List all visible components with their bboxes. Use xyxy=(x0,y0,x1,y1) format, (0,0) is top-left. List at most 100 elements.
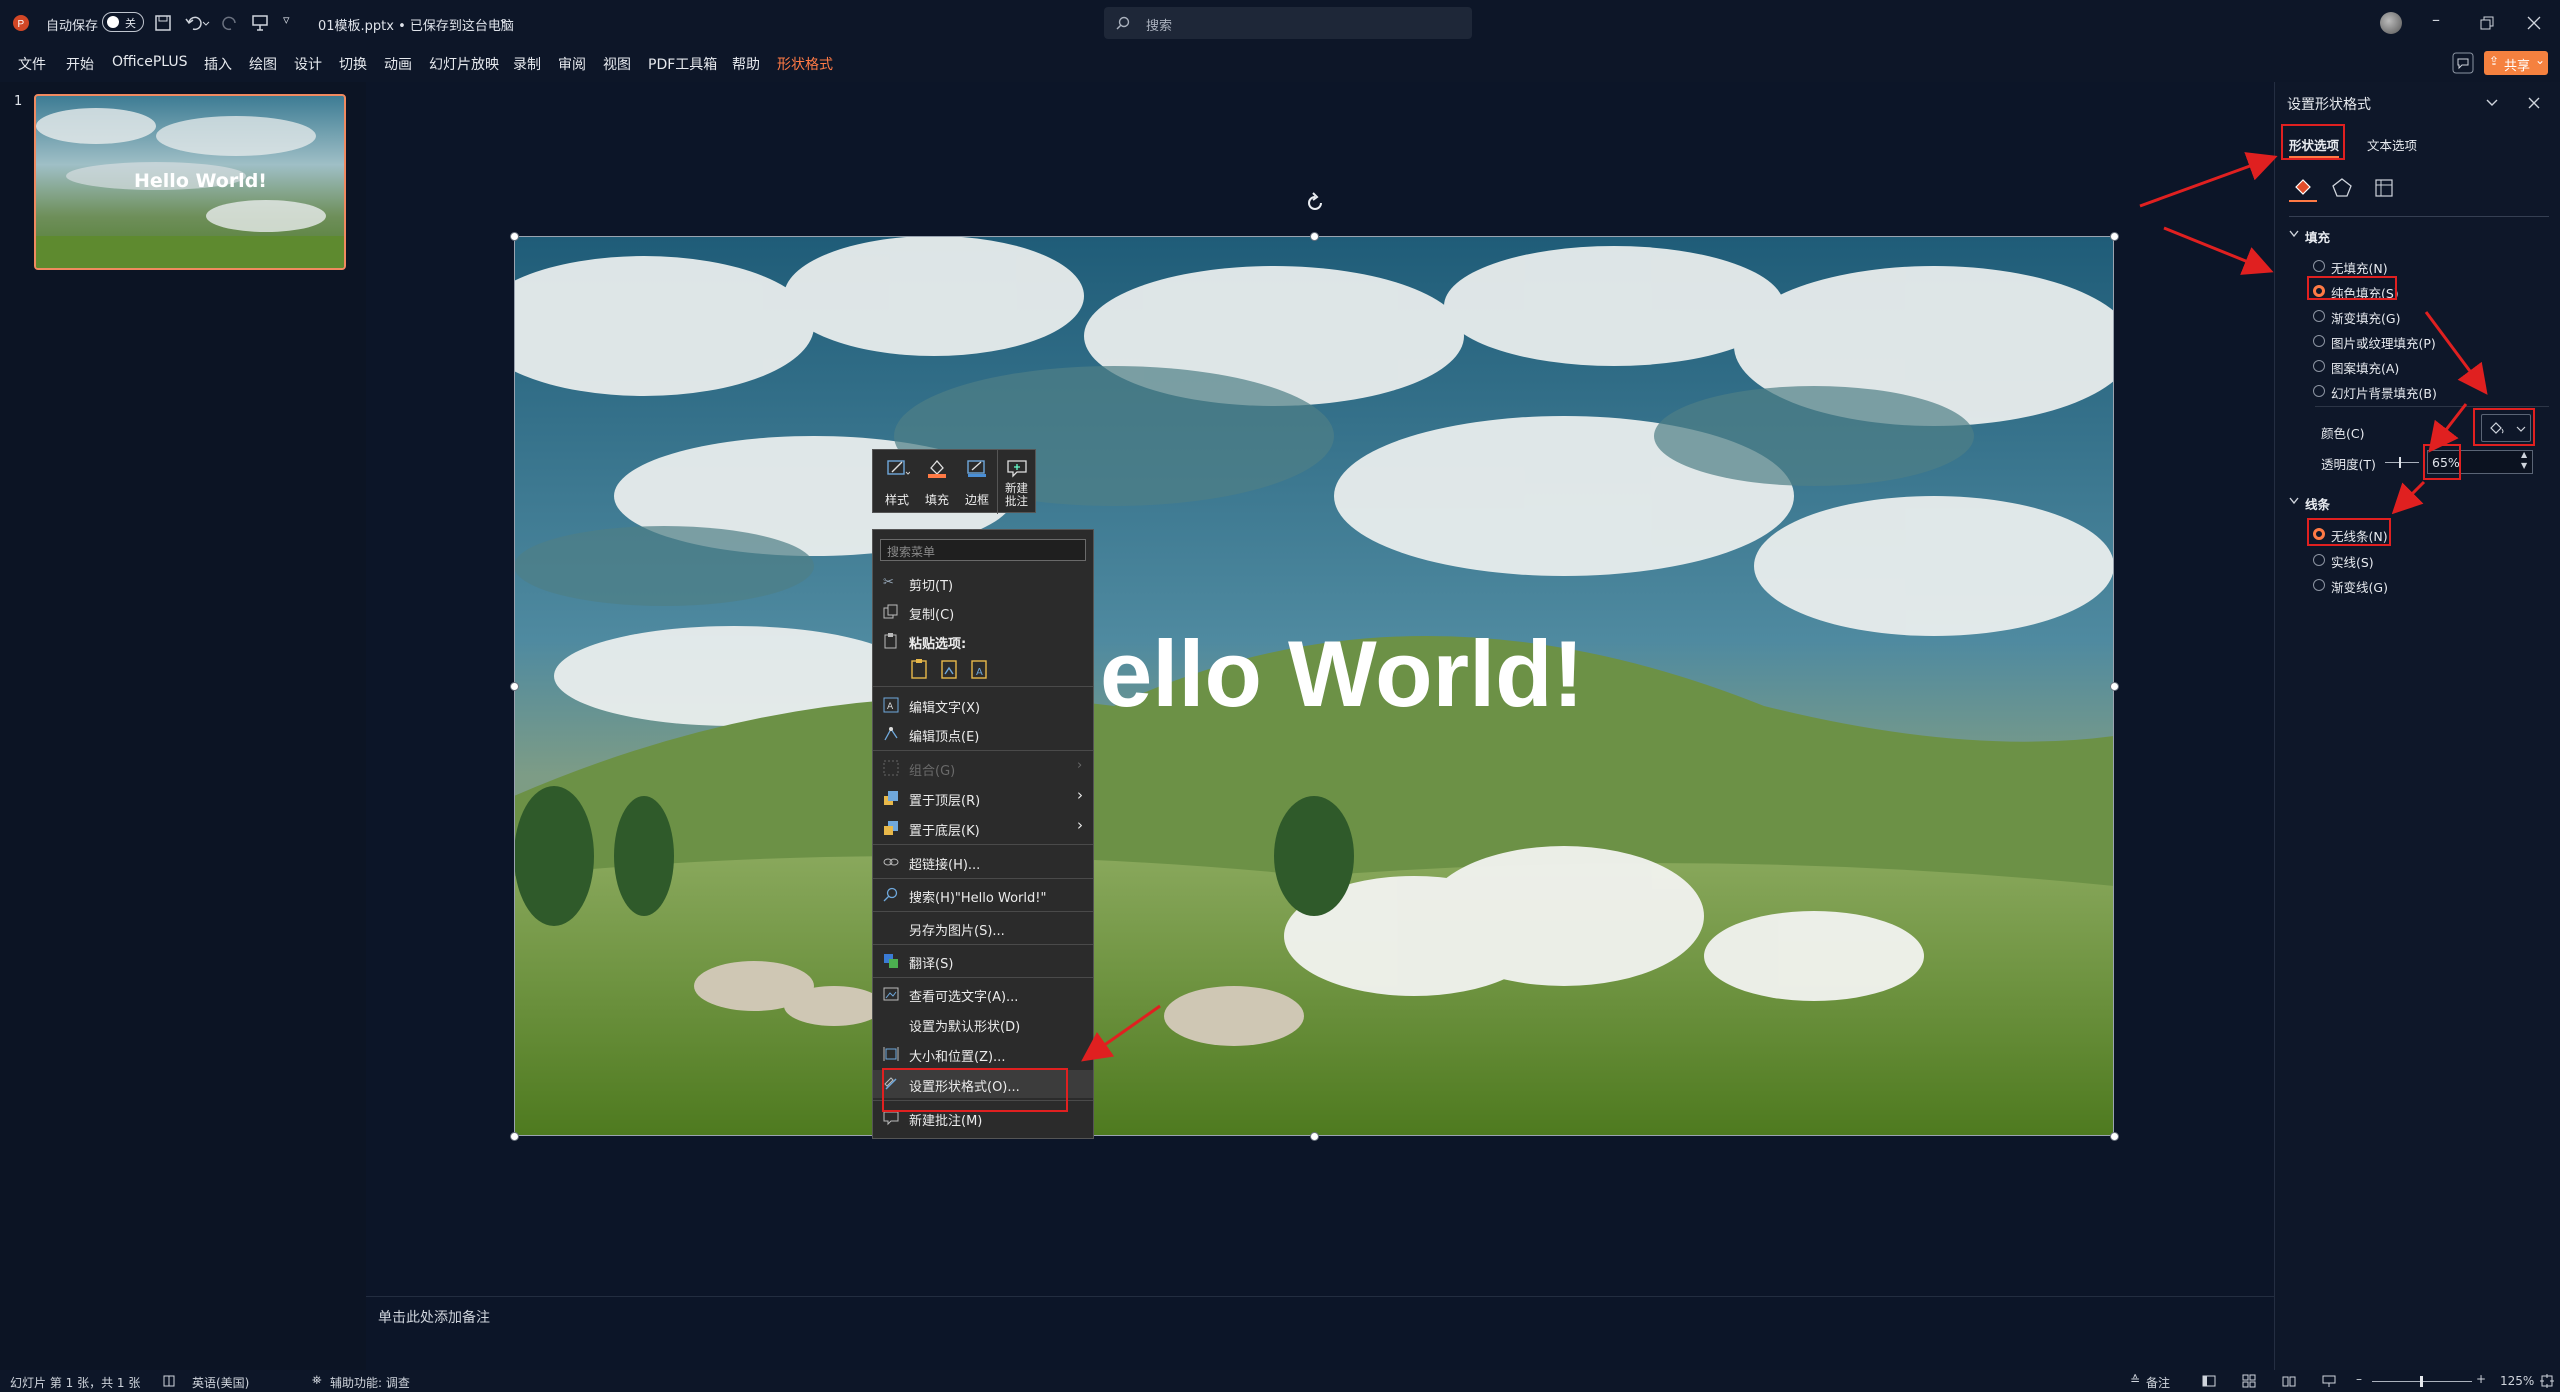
spin-up-icon[interactable]: ▲ xyxy=(2521,450,2527,459)
undo-icon[interactable] xyxy=(184,14,210,32)
menu-item-edit-text[interactable]: A 编辑文字(X) xyxy=(873,691,1093,719)
pane-options-chevron-icon[interactable] xyxy=(2485,96,2499,110)
tab-transitions[interactable]: 切换 xyxy=(339,54,367,74)
zoom-in-icon[interactable]: + xyxy=(2476,1372,2486,1386)
save-icon[interactable] xyxy=(154,14,172,32)
tab-review[interactable]: 审阅 xyxy=(558,54,586,74)
menu-item-search[interactable]: 搜索(H)"Hello World!" xyxy=(873,881,1093,909)
notes-toggle[interactable]: 备注 xyxy=(2146,1374,2170,1391)
accessibility-status[interactable]: 辅助功能: 调查 xyxy=(330,1374,410,1391)
tab-text-options[interactable]: 文本选项 xyxy=(2367,135,2417,154)
radio-background-fill[interactable] xyxy=(2313,385,2325,397)
minimize-icon[interactable]: – xyxy=(2432,10,2440,29)
line-section-header[interactable]: 线条 xyxy=(2305,494,2330,513)
resize-handle-bottom[interactable] xyxy=(1310,1132,1319,1141)
slide-thumbnail[interactable]: Hello World! xyxy=(34,94,346,270)
resize-handle-left[interactable] xyxy=(510,682,519,691)
resize-handle-top[interactable] xyxy=(1310,232,1319,241)
search-box[interactable]: 搜索 xyxy=(1104,7,1472,39)
tab-shape-format[interactable]: 形状格式 xyxy=(777,54,833,74)
tab-officeplus[interactable]: OfficePLUS xyxy=(112,54,188,70)
option-gradient-line[interactable]: 渐变线(G) xyxy=(2331,577,2388,596)
new-comment-button[interactable]: 新建 批注 xyxy=(999,454,1035,510)
paste-picture-icon[interactable] xyxy=(939,658,961,680)
radio-picture-fill[interactable] xyxy=(2313,335,2325,347)
transparency-slider[interactable] xyxy=(2385,457,2419,468)
fit-to-window-icon[interactable] xyxy=(2540,1374,2554,1388)
radio-gradient-line[interactable] xyxy=(2313,579,2325,591)
menu-item-edit-points[interactable]: 编辑顶点(E) xyxy=(873,720,1093,748)
resize-handle-bottom-left[interactable] xyxy=(510,1132,519,1141)
radio-pattern-fill[interactable] xyxy=(2313,360,2325,372)
slider-thumb[interactable] xyxy=(2399,457,2401,468)
reading-view-icon[interactable] xyxy=(2282,1374,2296,1388)
option-gradient-fill[interactable]: 渐变填充(G) xyxy=(2331,308,2400,327)
resize-handle-bottom-right[interactable] xyxy=(2110,1132,2119,1141)
restore-icon[interactable] xyxy=(2480,16,2494,30)
menu-item-bring-to-front[interactable]: 置于顶层(R) › xyxy=(873,784,1093,812)
tab-insert[interactable]: 插入 xyxy=(204,54,232,74)
fill-section-header[interactable]: 填充 xyxy=(2305,227,2330,246)
paste-text-only-icon[interactable]: A xyxy=(969,658,991,680)
radio-solid-line[interactable] xyxy=(2313,554,2325,566)
fill-section-chevron-icon[interactable] xyxy=(2289,229,2299,239)
resize-handle-right[interactable] xyxy=(2110,682,2119,691)
option-background-fill[interactable]: 幻灯片背景填充(B) xyxy=(2331,383,2437,402)
menu-search-input[interactable]: 搜索菜单 xyxy=(880,539,1086,561)
effects-pentagon-icon[interactable] xyxy=(2331,177,2353,199)
pane-close-icon[interactable] xyxy=(2527,96,2541,110)
paste-keep-source-icon[interactable] xyxy=(909,658,931,680)
resize-handle-top-right[interactable] xyxy=(2110,232,2119,241)
tab-draw[interactable]: 绘图 xyxy=(249,54,277,74)
menu-item-set-default-shape[interactable]: 设置为默认形状(D) xyxy=(873,1010,1093,1038)
size-properties-icon[interactable] xyxy=(2373,177,2395,199)
option-pattern-fill[interactable]: 图案填充(A) xyxy=(2331,358,2399,377)
resize-handle-top-left[interactable] xyxy=(510,232,519,241)
filename-label[interactable]: 01模板.pptx • 已保存到这台电脑 xyxy=(318,15,514,34)
zoom-out-icon[interactable]: – xyxy=(2356,1372,2362,1386)
menu-item-copy[interactable]: 复制(C) xyxy=(873,598,1093,626)
menu-item-hyperlink[interactable]: 超链接(H)... xyxy=(873,848,1093,876)
share-button[interactable]: ⇪ 共享 ⌄ xyxy=(2484,51,2548,75)
menu-item-translate[interactable]: 翻译(S) xyxy=(873,947,1093,975)
spelling-check-icon[interactable] xyxy=(162,1374,176,1388)
option-no-fill[interactable]: 无填充(N) xyxy=(2331,258,2388,277)
option-solid-line[interactable]: 实线(S) xyxy=(2331,552,2374,571)
radio-gradient-fill[interactable] xyxy=(2313,310,2325,322)
slide-sorter-icon[interactable] xyxy=(2242,1374,2256,1388)
zoom-slider-thumb[interactable] xyxy=(2420,1376,2423,1387)
tab-home[interactable]: 开始 xyxy=(66,54,94,74)
menu-item-alt-text[interactable]: 查看可选文字(A)... xyxy=(873,980,1093,1008)
customize-qat-icon[interactable]: ▿ xyxy=(283,13,290,28)
tab-design[interactable]: 设计 xyxy=(294,54,322,74)
presentation-icon[interactable] xyxy=(250,13,270,33)
autosave-toggle[interactable]: 关 xyxy=(102,12,144,32)
radio-no-fill[interactable] xyxy=(2313,260,2325,272)
tab-file[interactable]: 文件 xyxy=(18,54,46,74)
comments-icon[interactable] xyxy=(2452,52,2474,74)
close-window-icon[interactable] xyxy=(2527,16,2541,30)
menu-item-cut[interactable]: ✂ 剪切(T) xyxy=(873,569,1093,597)
tab-animations[interactable]: 动画 xyxy=(384,54,412,74)
menu-item-save-as-picture[interactable]: 另存为图片(S)... xyxy=(873,914,1093,942)
slideshow-icon[interactable] xyxy=(2322,1374,2336,1388)
tab-pdf-toolbox[interactable]: PDF工具箱 xyxy=(648,54,717,74)
tab-slideshow[interactable]: 幻灯片放映 xyxy=(429,54,499,74)
filename-chevron-icon[interactable]: ⌄ xyxy=(498,12,509,27)
notes-pane[interactable]: 单击此处添加备注 xyxy=(366,1296,2274,1370)
line-section-chevron-icon[interactable] xyxy=(2289,496,2299,506)
tab-record[interactable]: 录制 xyxy=(513,54,541,74)
tab-view[interactable]: 视图 xyxy=(603,54,631,74)
user-avatar[interactable] xyxy=(2380,12,2402,34)
zoom-level[interactable]: 125% xyxy=(2500,1374,2534,1388)
border-button[interactable]: 边框 xyxy=(957,454,995,510)
option-picture-fill[interactable]: 图片或纹理填充(P) xyxy=(2331,333,2436,352)
language-indicator[interactable]: 英语(美国) xyxy=(192,1374,249,1391)
rotate-handle-icon[interactable] xyxy=(1304,192,1326,214)
menu-item-size-position[interactable]: 大小和位置(Z)... xyxy=(873,1040,1093,1068)
style-button[interactable]: 样式 xyxy=(877,454,915,510)
tab-help[interactable]: 帮助 xyxy=(732,54,760,74)
slide-count[interactable]: 幻灯片 第 1 张，共 1 张 xyxy=(10,1374,140,1391)
fill-button[interactable]: 填充 xyxy=(917,454,955,510)
spin-down-icon[interactable]: ▼ xyxy=(2521,461,2527,470)
